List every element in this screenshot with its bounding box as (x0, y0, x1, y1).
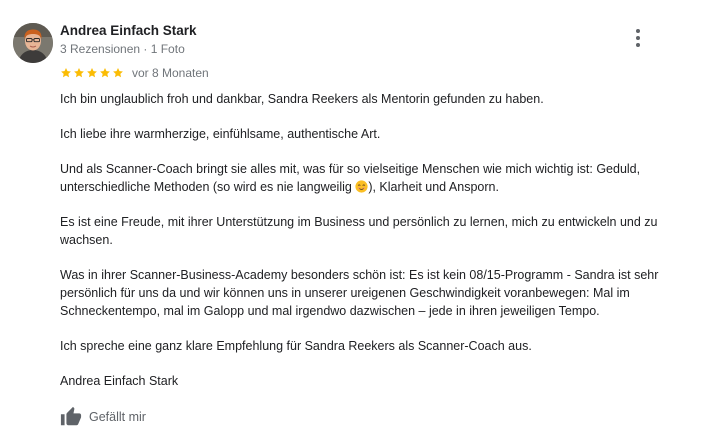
user-avatar[interactable] (13, 23, 53, 63)
review-paragraph: Und als Scanner-Coach bringt sie alles m… (60, 160, 680, 196)
user-avatar-photo-icon (13, 23, 53, 63)
review-text-segment: Und als Scanner-Coach bringt sie alles m… (60, 162, 641, 194)
review-paragraph: Ich bin unglaublich froh und dankbar, Sa… (60, 92, 544, 106)
review-text-segment: ), Klarheit und Ansporn. (368, 180, 499, 194)
smiling-face-emoji-icon (355, 180, 368, 193)
like-button[interactable]: Gefällt mir (60, 404, 146, 430)
author-name[interactable]: Andrea Einfach Stark (60, 23, 197, 38)
review-paragraph: Es ist eine Freude, mit ihrer Unterstütz… (60, 215, 658, 247)
star-icon (61, 68, 71, 78)
thumbs-up-icon (60, 406, 82, 426)
review-paragraph: Ich spreche eine ganz klare Empfehlung f… (60, 339, 532, 353)
review-paragraph: Ich liebe ihre warmherzige, einfühlsame,… (60, 127, 381, 141)
star-icon (74, 68, 84, 78)
star-icon (113, 68, 123, 78)
author-meta[interactable]: 3 Rezensionen · 1 Foto (60, 42, 185, 56)
review-paragraph: Was in ihrer Scanner-Business-Academy be… (60, 268, 659, 318)
star-icon (87, 68, 97, 78)
review-date: vor 8 Monaten (132, 66, 209, 80)
star-rating (60, 67, 124, 79)
review-card: Andrea Einfach Stark 3 Rezensionen · 1 F… (0, 0, 701, 443)
more-options-button[interactable] (626, 26, 650, 50)
star-icon (100, 68, 110, 78)
review-text: Ich bin unglaublich froh und dankbar, Sa… (60, 90, 680, 407)
like-label: Gefällt mir (89, 410, 146, 424)
review-signature: Andrea Einfach Stark (60, 374, 179, 388)
more-vertical-icon (636, 29, 640, 47)
rating-row: vor 8 Monaten (60, 65, 209, 81)
